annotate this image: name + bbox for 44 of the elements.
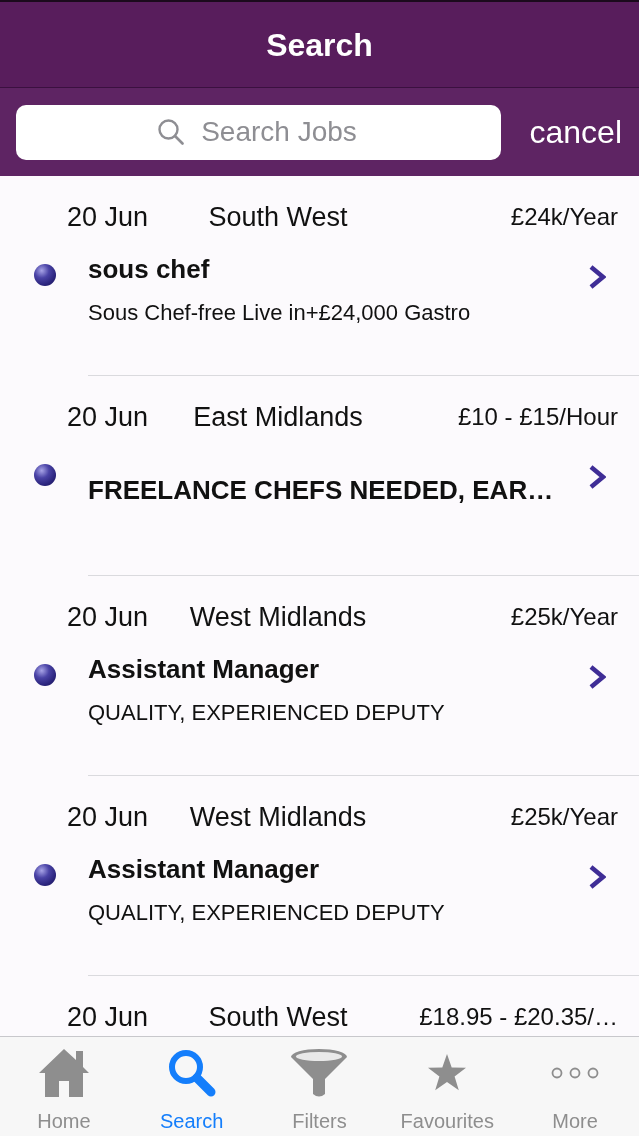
- chevron-icon: [588, 264, 606, 290]
- tab-bar-item[interactable]: Home: [0, 1037, 128, 1136]
- tab-bar-item[interactable]: More: [511, 1037, 639, 1136]
- job-title: sous chef: [88, 253, 210, 285]
- tab-bar-item[interactable]: Favourites: [383, 1037, 512, 1136]
- chevron-icon: [588, 464, 606, 490]
- job-description: QUALITY, EXPERIENCED DEPUTY: [88, 699, 445, 727]
- region-label: South West: [208, 1001, 348, 1034]
- salary-label: £24k/Year: [510, 202, 618, 232]
- more-icon: [551, 1066, 600, 1079]
- region-label: West Midlands: [189, 601, 367, 634]
- job-title: Assistant Manager: [88, 653, 320, 685]
- tab-bar-item[interactable]: Filters: [255, 1037, 384, 1136]
- date-label: 20 Jun: [67, 801, 149, 834]
- star-icon: [427, 1054, 468, 1091]
- search-icon: [158, 118, 184, 145]
- job-description: Sous Chef-free Live in+£24,000 Gastro: [88, 299, 471, 327]
- chevron-icon: [588, 664, 606, 690]
- chevron-icon: [588, 864, 606, 890]
- home-icon: [38, 1047, 89, 1098]
- tab-bar-item[interactable]: Search: [127, 1037, 256, 1136]
- region-label: South West: [208, 201, 348, 234]
- region-label: West Midlands: [189, 801, 367, 834]
- bullet-icon: [34, 464, 56, 486]
- job-title: FREELANCE CHEFS NEEDED, EAR…: [88, 474, 554, 506]
- search-field[interactable]: Search Jobs: [16, 104, 501, 160]
- cancel-link[interactable]: cancel: [529, 113, 622, 151]
- date-label: 20 Jun: [67, 401, 149, 434]
- bullet-icon: [34, 864, 56, 886]
- date-label: 20 Jun: [67, 1001, 149, 1034]
- salary-label: £18.95 - £20.35/…: [419, 1002, 618, 1032]
- bullet-icon: [34, 664, 56, 686]
- bullet-icon: [34, 264, 56, 286]
- salary-label: £25k/Year: [510, 602, 618, 632]
- salary-label: £25k/Year: [510, 802, 618, 832]
- search-icon: [166, 1047, 217, 1098]
- job-title: Assistant Manager: [88, 853, 320, 885]
- date-label: 20 Jun: [67, 601, 149, 634]
- job-description: QUALITY, EXPERIENCED DEPUTY: [88, 899, 445, 927]
- funnel-icon: [290, 1047, 349, 1098]
- salary-label: £10 - £15/Hour: [457, 402, 618, 432]
- date-label: 20 Jun: [67, 201, 149, 234]
- region-label: East Midlands: [193, 401, 363, 434]
- screen-title: Search: [266, 25, 373, 64]
